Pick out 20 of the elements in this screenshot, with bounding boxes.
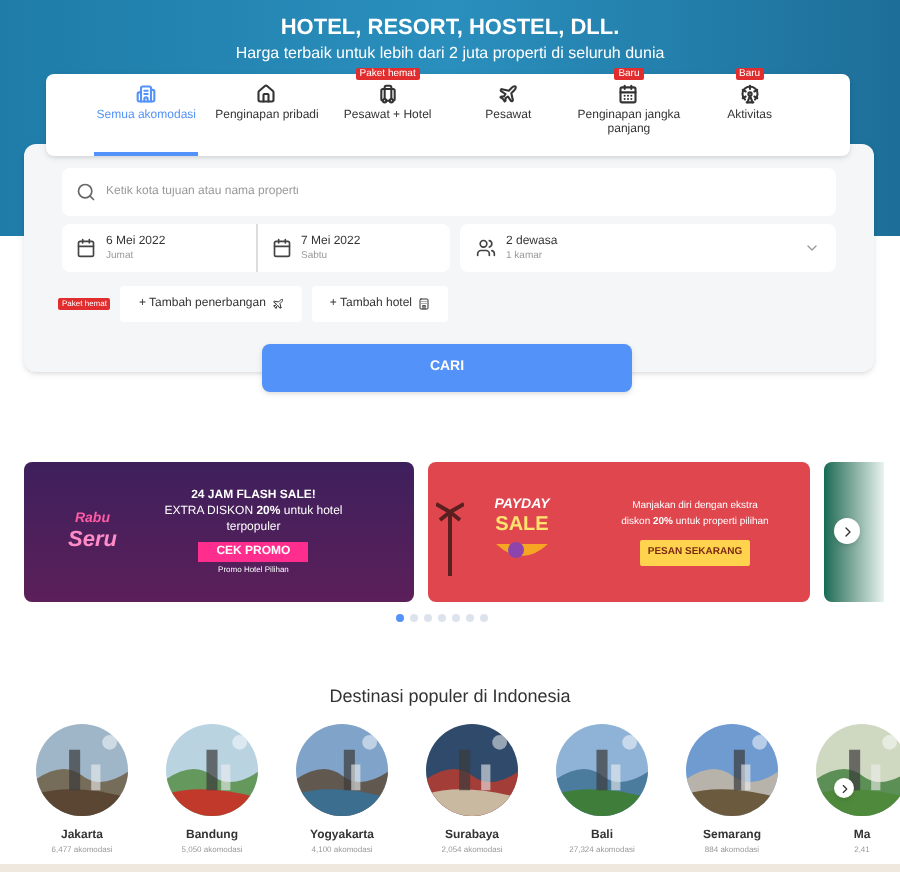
chevron-right-icon — [837, 781, 851, 795]
brand-text: Seru — [68, 528, 117, 552]
tab-icon — [618, 84, 639, 104]
calendar-icon — [271, 238, 291, 258]
chevron-down-icon — [804, 240, 820, 256]
tab-icon — [136, 84, 157, 104]
search-icon — [76, 182, 96, 202]
plane-icon — [271, 298, 284, 310]
tab-icon — [498, 84, 519, 104]
hotel-icon — [418, 298, 431, 310]
tab-icon — [739, 84, 760, 104]
brand-text: SALE — [495, 514, 549, 536]
calendar-icon — [76, 238, 96, 258]
tab-icon — [256, 84, 277, 104]
section-title: Destinasi populer di Indonesia — [327, 684, 573, 710]
people-icon — [476, 238, 496, 258]
tab-icon — [377, 84, 398, 104]
header-subtitle: Harga terbaik untuk lebih dari 2 juta properti di seluruh dunia — [235, 42, 665, 64]
promo-banner[interactable] — [824, 462, 884, 602]
header-title: HOTEL, RESORT, HOSTEL, DLL. — [280, 16, 620, 42]
